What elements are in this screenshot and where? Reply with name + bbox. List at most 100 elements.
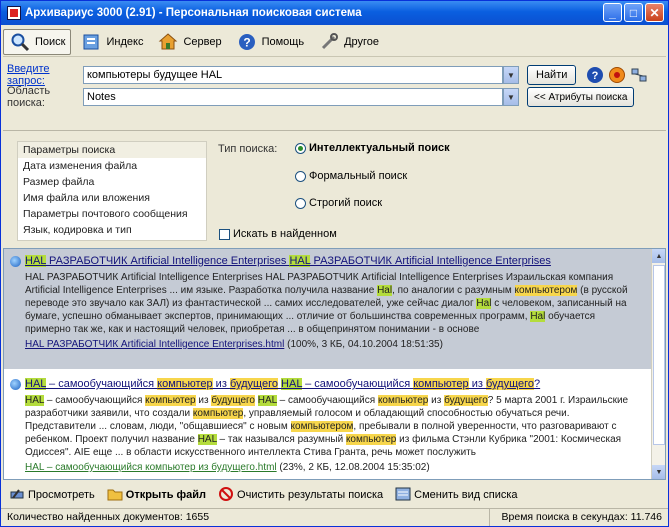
toolbar-help-button[interactable]: ? Помощь: [231, 29, 310, 55]
area-input[interactable]: [83, 88, 503, 106]
scroll-thumb[interactable]: [653, 265, 665, 445]
toolbar-server-button[interactable]: Сервер: [152, 29, 226, 55]
results-scrollbar[interactable]: ▲ ▼: [651, 249, 665, 479]
scroll-down-arrow[interactable]: ▼: [652, 465, 665, 479]
toolbar-index-label: Индекс: [106, 35, 144, 48]
close-button[interactable]: ✕: [645, 3, 664, 22]
hl-word: компьютер: [377, 395, 429, 406]
hl-word: будущего: [229, 378, 278, 390]
radio-intellectual-dot: [295, 142, 306, 154]
result-item[interactable]: HAL – самообучающийся компьютер из будущ…: [4, 372, 652, 479]
list-view-icon: [395, 486, 411, 505]
toolbar-search-label: Поиск: [35, 35, 66, 48]
change-view-button[interactable]: Сменить вид списка: [395, 486, 518, 505]
open-file-button[interactable]: Открыть файл: [107, 486, 206, 505]
index-icon: [80, 31, 102, 53]
search-in-found-label: Искать в найденном: [233, 228, 337, 240]
maximize-button[interactable]: □: [624, 3, 643, 22]
hl-word: будущего: [485, 378, 535, 390]
attributes-button[interactable]: << Атрибуты поиска: [527, 87, 635, 107]
hl-word: компьютер: [345, 434, 397, 445]
param-item-search-params[interactable]: Параметры поиска: [18, 142, 206, 158]
title-part: ?: [534, 378, 541, 390]
result-footer: HAL – самообучающийся компьютер из будущ…: [10, 462, 642, 473]
param-item-language[interactable]: Язык, кодировка и тип: [18, 222, 206, 238]
param-item-file-name[interactable]: Имя файла или вложения: [18, 190, 206, 206]
snippet-part: , по аналогии с разумным: [392, 285, 515, 296]
radio-intellectual[interactable]: Интеллектуальный поиск: [295, 142, 450, 154]
bottom-toolbar: Просмотреть Открыть файл Очистить резуль…: [3, 484, 666, 506]
query-label[interactable]: Введите запрос:: [7, 63, 79, 87]
search-type-label: Тип поиска:: [218, 143, 278, 155]
help-icon: ?: [236, 31, 258, 53]
document-icon: [10, 256, 21, 267]
hl-word: Hal: [377, 285, 393, 296]
result-snippet: HAL РАЗРАБОТЧИК Artificial Intelligence …: [10, 271, 642, 336]
hl-word: HAL: [25, 378, 46, 390]
document-icon: [10, 379, 21, 390]
hl-word: компьютер: [413, 378, 469, 390]
param-item-file-size[interactable]: Размер файла: [18, 174, 206, 190]
minimize-button[interactable]: _: [603, 3, 622, 22]
network-icon[interactable]: [628, 64, 650, 86]
hl-word: HAL: [197, 434, 217, 445]
hl-word: Hal: [530, 311, 546, 322]
hl-word: будущего: [444, 395, 488, 406]
title-part: РАЗРАБОТЧИК Artificial Intelligence Ente…: [46, 255, 290, 267]
query-input[interactable]: [83, 66, 503, 84]
toolbar-index-button[interactable]: Индекс: [75, 29, 148, 55]
folder-icon: [107, 486, 123, 505]
view-label: Просмотреть: [28, 489, 95, 501]
no-entry-icon: [218, 486, 234, 505]
toolbar-help-label: Помощь: [261, 35, 305, 48]
snippet-part: – самообучающийся: [276, 395, 378, 406]
result-title[interactable]: HAL – самообучающийся компьютер из будущ…: [10, 378, 642, 390]
hl-word: HAL: [25, 395, 45, 406]
toolbar-server-label: Сервер: [183, 35, 222, 48]
scroll-up-arrow[interactable]: ▲: [652, 249, 665, 263]
query-dropdown-arrow[interactable]: ▼: [503, 66, 519, 84]
hl-word: Hal: [476, 298, 492, 309]
view-button[interactable]: Просмотреть: [9, 486, 95, 505]
search-in-found-box: [219, 228, 230, 240]
hl-word: компьютер: [145, 395, 196, 406]
radio-formal-label: Формальный поиск: [309, 170, 408, 182]
area-row: Область поиска: ▼ << Атрибуты поиска: [3, 85, 666, 109]
result-snippet: HAL – самообучающийся компьютер из будущ…: [10, 394, 642, 459]
hl-word: будущего: [211, 395, 255, 406]
area-dropdown-arrow[interactable]: ▼: [503, 88, 519, 106]
area-label: Область поиска:: [7, 85, 51, 109]
result-file-link[interactable]: HAL – самообучающийся компьютер из будущ…: [25, 462, 277, 473]
snippet-part: – так назывался разумный: [216, 434, 346, 445]
toolbar-other-button[interactable]: Другое: [313, 29, 384, 55]
help-circle-icon[interactable]: ?: [584, 64, 606, 86]
status-found-count: Количество найденных документов: 1655: [1, 509, 490, 526]
search-in-found-checkbox[interactable]: Искать в найденном: [219, 228, 337, 240]
result-title[interactable]: HAL РАЗРАБОТЧИК Artificial Intelligence …: [10, 255, 642, 267]
title-part: из: [212, 378, 230, 390]
change-view-label: Сменить вид списка: [414, 489, 518, 501]
app-icon: [7, 6, 21, 20]
radio-formal[interactable]: Формальный поиск: [295, 170, 407, 182]
snippet-part: из: [428, 395, 445, 406]
search-parameters-panel: Параметры поиска Дата изменения файла Ра…: [3, 130, 666, 245]
toolbar-search-button[interactable]: Поиск: [3, 28, 72, 55]
clear-results-button[interactable]: Очистить результаты поиска: [218, 486, 383, 505]
result-file-link[interactable]: HAL РАЗРАБОТЧИК Artificial Intelligence …: [25, 339, 284, 350]
result-item[interactable]: HAL РАЗРАБОТЧИК Artificial Intelligence …: [4, 249, 652, 369]
param-item-modify-date[interactable]: Дата изменения файла: [18, 158, 206, 174]
hl-word: компьютер: [157, 378, 213, 390]
query-row: Введите запрос: ▼ Найти ?: [3, 63, 666, 87]
hl-word: HAL: [289, 255, 311, 267]
title-bar[interactable]: Архивариус 3000 (2.91) - Персональная по…: [1, 1, 668, 25]
server-icon: [157, 31, 179, 53]
snippet-part: из: [195, 395, 212, 406]
settings-gear-icon[interactable]: [606, 64, 628, 86]
radio-strict[interactable]: Строгий поиск: [295, 197, 382, 209]
param-item-mail-params[interactable]: Параметры почтового сообщения: [18, 206, 206, 222]
title-part: из: [468, 378, 486, 390]
find-button[interactable]: Найти: [527, 65, 577, 85]
parameters-list: Параметры поиска Дата изменения файла Ра…: [17, 141, 207, 241]
hl-word: компьютером: [290, 421, 354, 432]
svg-text:?: ?: [592, 70, 599, 82]
